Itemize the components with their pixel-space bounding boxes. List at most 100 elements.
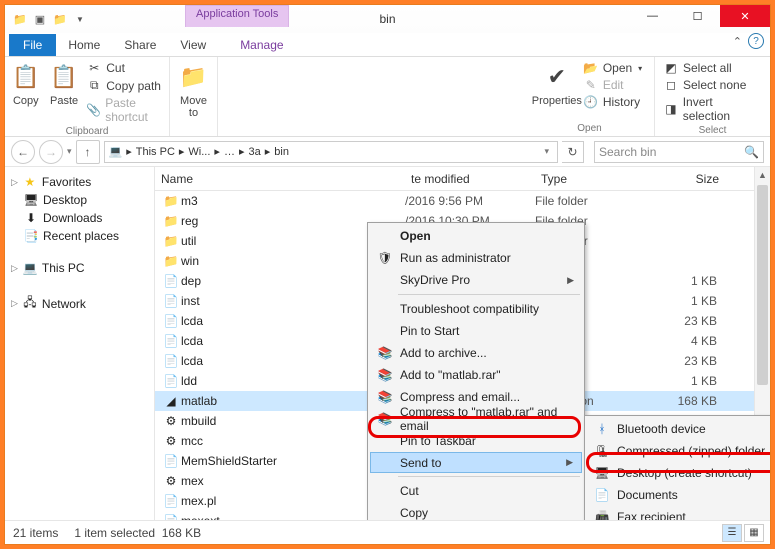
maximize-button[interactable]: ☐ xyxy=(675,5,720,27)
ctx-send-to[interactable]: Send to▶ xyxy=(370,452,582,473)
shield-icon: 🛡 xyxy=(376,251,394,265)
qat-dropdown-icon[interactable]: ▼ xyxy=(71,10,89,28)
nav-favorites[interactable]: ▷★Favorites xyxy=(5,173,154,191)
ribbon: 📋Copy 📋Paste ✂Cut ⧉Copy path 📎Paste shor… xyxy=(5,57,770,137)
ctx-skydrive[interactable]: SkyDrive Pro▶ xyxy=(370,269,582,291)
ctx-pin-start[interactable]: Pin to Start xyxy=(370,320,582,342)
nav-thispc[interactable]: ▷💻This PC xyxy=(5,259,154,277)
invert-selection-button[interactable]: ◨Invert selection xyxy=(663,95,762,123)
column-headers[interactable]: Name te modified Type Size xyxy=(155,167,770,191)
file-icon: 📄 xyxy=(161,314,181,328)
paste-shortcut-button[interactable]: 📎Paste shortcut xyxy=(86,96,164,124)
desktop-icon: 🖥 xyxy=(593,466,611,480)
ctx-add-matlab[interactable]: 📚Add to "matlab.rar" xyxy=(370,364,582,386)
scroll-up-icon[interactable]: ▲ xyxy=(755,167,770,183)
file-icon: 📄 xyxy=(161,494,181,508)
open-button[interactable]: 📂Open▾ xyxy=(583,61,642,75)
group-label-clipboard: Clipboard xyxy=(66,126,109,137)
context-menu: Open 🛡Run as administrator SkyDrive Pro▶… xyxy=(367,222,585,520)
tab-view[interactable]: View xyxy=(168,34,218,56)
select-none-button[interactable]: ◻Select none xyxy=(663,78,762,92)
rar-icon: 📚 xyxy=(376,412,394,426)
ctx-cut[interactable]: Cut xyxy=(370,480,582,502)
nav-recent[interactable]: 📑Recent places xyxy=(5,227,154,245)
sub-desktop-shortcut[interactable]: 🖥Desktop (create shortcut) xyxy=(587,462,770,484)
edit-icon: ✎ xyxy=(583,78,599,92)
invert-icon: ◨ xyxy=(663,102,679,116)
forward-button[interactable]: → xyxy=(39,140,63,164)
tab-home[interactable]: Home xyxy=(56,34,112,56)
ctx-copy[interactable]: Copy xyxy=(370,502,582,520)
rar-icon: 📚 xyxy=(376,390,394,404)
ctx-compress-matlab[interactable]: 📚Compress to "matlab.rar" and email xyxy=(370,408,582,430)
file-icon: ⚙ xyxy=(161,414,181,428)
copy-button[interactable]: 📋Copy xyxy=(10,61,42,107)
properties-button[interactable]: ✔Properties xyxy=(537,61,577,107)
zip-icon: 🗜 xyxy=(593,444,611,458)
address-bar[interactable]: 💻▸ This PC▸ Wi...▸ …▸ 3a▸ bin ▾ xyxy=(104,141,558,163)
paste-button[interactable]: 📋Paste xyxy=(48,61,80,107)
nav-desktop[interactable]: 🖥Desktop xyxy=(5,191,154,209)
history-button[interactable]: 🕘History xyxy=(583,95,642,109)
tab-share[interactable]: Share xyxy=(112,34,168,56)
file-icon: 📄 xyxy=(161,354,181,368)
cut-button[interactable]: ✂Cut xyxy=(86,61,164,75)
search-input[interactable]: Search bin 🔍 xyxy=(594,141,764,163)
ctx-troubleshoot[interactable]: Troubleshoot compatibility xyxy=(370,298,582,320)
back-button[interactable]: ← xyxy=(11,140,35,164)
desktop-icon: 🖥 xyxy=(23,193,39,207)
nav-downloads[interactable]: ⬇Downloads xyxy=(5,209,154,227)
sub-documents[interactable]: 📄Documents xyxy=(587,484,770,506)
ctx-pin-taskbar[interactable]: Pin to Taskbar xyxy=(370,430,582,452)
file-icon: 📁 xyxy=(161,214,181,228)
table-row[interactable]: 📁m3/2016 9:56 PMFile folder xyxy=(155,191,770,211)
tab-file[interactable]: File xyxy=(9,34,56,56)
select-all-button[interactable]: ◩Select all xyxy=(663,61,762,75)
status-items: 21 items xyxy=(13,526,58,540)
body: ▷★Favorites 🖥Desktop ⬇Downloads 📑Recent … xyxy=(5,167,770,520)
sub-bluetooth[interactable]: ᚼBluetooth device xyxy=(587,418,770,440)
col-type[interactable]: Type xyxy=(535,172,655,186)
qat-props-icon[interactable]: ▣ xyxy=(31,10,49,28)
cut-icon: ✂ xyxy=(86,61,102,75)
up-button[interactable]: ↑ xyxy=(76,140,100,164)
refresh-button[interactable]: ↻ xyxy=(562,141,584,163)
edit-button[interactable]: ✎Edit xyxy=(583,78,642,92)
group-label-select: Select xyxy=(699,125,727,136)
ribbon-collapse-icon[interactable]: ⌃ xyxy=(733,35,742,48)
tab-manage[interactable]: Manage xyxy=(228,34,295,56)
documents-icon: 📄 xyxy=(593,488,611,502)
sub-zipped[interactable]: 🗜Compressed (zipped) folder xyxy=(587,440,770,462)
downloads-icon: ⬇ xyxy=(23,211,39,225)
close-button[interactable]: ✕ xyxy=(720,5,770,27)
file-list: Name te modified Type Size 📁m3/2016 9:56… xyxy=(155,167,770,520)
col-size[interactable]: Size xyxy=(655,172,725,186)
file-icon: 📄 xyxy=(161,294,181,308)
ctx-open[interactable]: Open xyxy=(370,225,582,247)
pc-icon: 💻 xyxy=(109,145,123,158)
status-selected: 1 item selected xyxy=(74,526,155,540)
col-date[interactable]: te modified xyxy=(405,172,535,186)
view-icons-button[interactable]: ▦ xyxy=(744,524,764,542)
status-bar: 21 items 1 item selected 168 KB ☰ ▦ xyxy=(5,520,770,544)
minimize-button[interactable]: — xyxy=(630,5,675,27)
file-icon: 📄 xyxy=(161,454,181,468)
navigation-pane: ▷★Favorites 🖥Desktop ⬇Downloads 📑Recent … xyxy=(5,167,155,520)
nav-network[interactable]: ▷🖧Network xyxy=(5,291,154,316)
nav-row: ← → ▾ ↑ 💻▸ This PC▸ Wi...▸ …▸ 3a▸ bin ▾ … xyxy=(5,137,770,167)
contextual-tab-app-tools: Application Tools xyxy=(185,5,289,27)
sub-fax[interactable]: 📠Fax recipient xyxy=(587,506,770,520)
bluetooth-icon: ᚼ xyxy=(593,422,611,436)
recent-locations-icon[interactable]: ▾ xyxy=(67,146,72,157)
ctx-add-archive[interactable]: 📚Add to archive... xyxy=(370,342,582,364)
view-details-button[interactable]: ☰ xyxy=(722,524,742,542)
copy-path-button[interactable]: ⧉Copy path xyxy=(86,78,164,93)
col-name[interactable]: Name xyxy=(155,172,405,186)
help-icon[interactable]: ? xyxy=(748,33,764,49)
move-to-button[interactable]: 📁Move to xyxy=(174,61,214,119)
ctx-run-admin[interactable]: 🛡Run as administrator xyxy=(370,247,582,269)
rar-icon: 📚 xyxy=(376,346,394,360)
qat-newfolder-icon[interactable]: 📁 xyxy=(51,10,69,28)
scroll-thumb[interactable] xyxy=(757,185,768,385)
status-size: 168 KB xyxy=(162,526,201,540)
